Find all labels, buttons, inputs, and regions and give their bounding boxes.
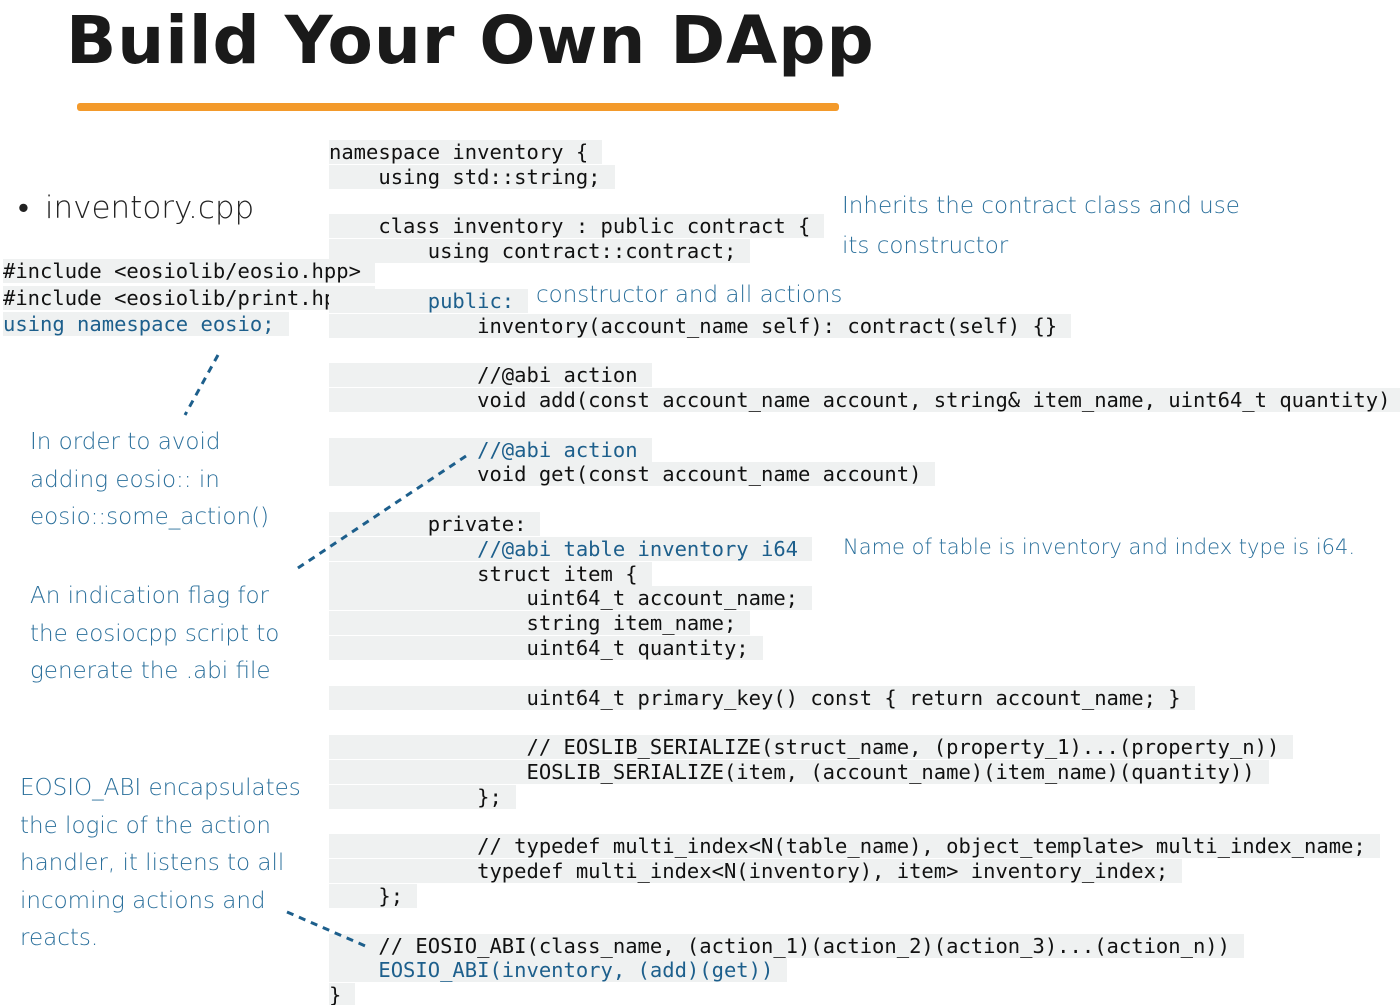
dashed-connector-include: [183, 354, 220, 416]
connector-lines: [183, 354, 467, 950]
dashed-connector-abi-flag: [294, 454, 467, 572]
slide: Build Your Own DApp • inventory.cpp #incl…: [0, 0, 1400, 1005]
dashed-connector-eosio-abi: [286, 910, 371, 950]
